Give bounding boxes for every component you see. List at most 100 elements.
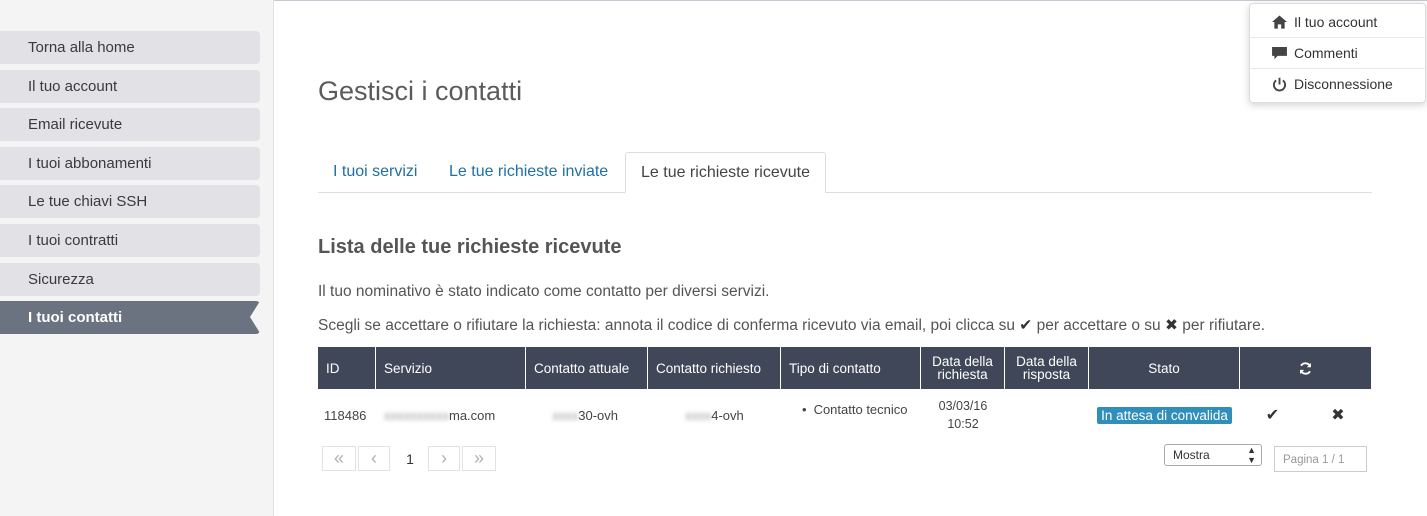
time-text: 10:52 bbox=[947, 417, 979, 431]
select-arrows-icon: ▲ ▼ bbox=[1247, 445, 1256, 465]
instruction-part: Scegli se accettare o rifiutare la richi… bbox=[318, 317, 1015, 334]
sidebar: Torna alla home Il tuo account Email ric… bbox=[0, 0, 274, 516]
column-header-contact-type[interactable]: Tipo di contatto bbox=[781, 347, 921, 389]
home-icon bbox=[1269, 15, 1289, 29]
header-label: Servizio bbox=[384, 360, 433, 376]
check-icon: ✔ bbox=[1019, 317, 1033, 334]
tab-sent-requests[interactable]: Le tue richieste inviate bbox=[434, 152, 623, 193]
cell-text: ma.com bbox=[449, 407, 496, 423]
cell-response-date bbox=[1005, 389, 1089, 441]
cell-text: 4-ovh bbox=[711, 407, 744, 423]
page-title: Gestisci i contatti bbox=[318, 76, 523, 106]
header-label: Tipo di contatto bbox=[789, 360, 881, 376]
sidebar-item-contacts[interactable]: I tuoi contatti bbox=[0, 301, 260, 335]
menu-item-label: Il tuo account bbox=[1294, 14, 1378, 30]
reject-button[interactable]: ✖ bbox=[1305, 389, 1371, 441]
tab-bar: I tuoi servizi Le tue richieste inviate … bbox=[318, 152, 1372, 193]
instruction-part: per accettare o su bbox=[1036, 317, 1161, 334]
column-header-current-contact[interactable]: Contatto attuale bbox=[526, 347, 648, 389]
redacted-text: xxxx bbox=[685, 407, 712, 423]
column-header-id[interactable]: ID bbox=[318, 347, 376, 389]
sidebar-item-emails[interactable]: Email ricevute bbox=[0, 108, 260, 142]
sidebar-item-label: I tuoi abbonamenti bbox=[28, 154, 152, 172]
column-header-status[interactable]: Stato bbox=[1089, 347, 1240, 389]
menu-item-label: Commenti bbox=[1294, 45, 1358, 61]
menu-item-label: Disconnessione bbox=[1294, 76, 1393, 92]
sidebar-item-label: Sicurezza bbox=[28, 270, 94, 288]
refresh-button[interactable] bbox=[1240, 347, 1371, 389]
select-value: Mostra bbox=[1173, 448, 1210, 462]
cell-requested-contact: xxxx 4-ovh bbox=[648, 389, 781, 441]
header-label: risposta bbox=[1022, 367, 1071, 382]
header-label: Contatto attuale bbox=[534, 360, 630, 376]
sidebar-item-label: Le tue chiavi SSH bbox=[28, 193, 148, 211]
current-page-number: 1 bbox=[406, 450, 414, 467]
column-header-response-date[interactable]: Data della risposta bbox=[1005, 347, 1089, 389]
main-content: Gestisci i contatti I tuoi servizi Le tu… bbox=[318, 0, 1372, 516]
date-text: 03/03/16 bbox=[938, 399, 988, 413]
instruction-part: per rifiutare. bbox=[1182, 317, 1265, 334]
cell-text: Contatto tecnico bbox=[813, 402, 908, 417]
comment-icon bbox=[1269, 46, 1289, 60]
menu-item-logout[interactable]: Disconnessione bbox=[1250, 69, 1427, 99]
account-dropdown: Il tuo account Commenti Disconnessione bbox=[1249, 3, 1427, 103]
bullet: • bbox=[802, 402, 807, 417]
column-header-requested-contact[interactable]: Contatto richiesto bbox=[648, 347, 781, 389]
info-text: Il tuo nominativo è stato indicato come … bbox=[318, 283, 770, 300]
cross-icon: ✖ bbox=[1164, 317, 1178, 334]
table-header: ID Servizio Contatto attuale Contatto ri… bbox=[318, 347, 1371, 389]
sidebar-item-ssh-keys[interactable]: Le tue chiavi SSH bbox=[0, 185, 260, 219]
cell-text: 30-ovh bbox=[578, 407, 618, 423]
tab-label: Le tue richieste ricevute bbox=[641, 164, 810, 181]
table-row: 118486 xxxxxxxxxx ma.com xxxx 30-ovh xxxx 4… bbox=[318, 389, 1371, 441]
column-header-request-date[interactable]: Data della richiesta bbox=[921, 347, 1005, 389]
status-badge: In attesa di convalida bbox=[1097, 406, 1232, 424]
tab-services[interactable]: I tuoi servizi bbox=[318, 152, 432, 193]
sidebar-item-subscriptions[interactable]: I tuoi abbonamenti bbox=[0, 146, 260, 180]
page-input-placeholder: Pagina 1 / 1 bbox=[1283, 454, 1345, 466]
pagination: « ‹ 1 › » bbox=[322, 446, 498, 471]
chevron-left-icon: ‹ bbox=[371, 448, 377, 468]
column-header-service[interactable]: Servizio bbox=[376, 347, 526, 389]
redacted-text: xxxxxxxxxx bbox=[384, 407, 449, 423]
sidebar-item-account[interactable]: Il tuo account bbox=[0, 69, 260, 103]
double-chevron-left-icon: « bbox=[333, 448, 344, 468]
header-label: richiesta bbox=[937, 367, 988, 382]
sidebar-item-label: Il tuo account bbox=[28, 77, 118, 95]
refresh-icon bbox=[1299, 361, 1312, 375]
sidebar-item-contracts[interactable]: I tuoi contratti bbox=[0, 223, 260, 257]
tab-label: Le tue richieste inviate bbox=[449, 163, 609, 180]
sidebar-item-label: I tuoi contatti bbox=[28, 309, 123, 327]
section-title: Lista delle tue richieste ricevute bbox=[318, 236, 622, 258]
cell-status: In attesa di convalida bbox=[1089, 389, 1240, 441]
sidebar-item-label: Email ricevute bbox=[28, 116, 123, 134]
cell-request-date: 03/03/16 10:52 bbox=[921, 389, 1005, 441]
page-input[interactable]: Pagina 1 / 1 bbox=[1274, 446, 1367, 472]
last-page-button[interactable]: » bbox=[462, 446, 496, 471]
instruction-text: Scegli se accettare o rifiutare la richi… bbox=[318, 316, 1265, 335]
sidebar-item-label: I tuoi contratti bbox=[28, 231, 119, 249]
page-size-select[interactable]: Mostra ▲ ▼ bbox=[1164, 444, 1262, 466]
power-icon bbox=[1269, 77, 1289, 92]
header-label: Contatto richiesto bbox=[656, 360, 762, 376]
cross-icon: ✖ bbox=[1331, 407, 1345, 424]
menu-item-account[interactable]: Il tuo account bbox=[1250, 7, 1427, 37]
sidebar-item-security[interactable]: Sicurezza bbox=[0, 262, 260, 296]
prev-page-button[interactable]: ‹ bbox=[358, 446, 390, 471]
chevron-right-icon: › bbox=[441, 448, 447, 468]
sidebar-nav: Torna alla home Il tuo account Email ric… bbox=[0, 31, 260, 340]
accept-button[interactable]: ✔ bbox=[1240, 389, 1305, 441]
sidebar-item-label: Torna alla home bbox=[28, 39, 135, 56]
cell-contact-type: • Contatto tecnico bbox=[802, 389, 921, 441]
next-page-button[interactable]: › bbox=[428, 446, 460, 471]
double-chevron-right-icon: » bbox=[473, 448, 484, 468]
redacted-text: xxxx bbox=[552, 407, 579, 423]
check-icon: ✔ bbox=[1265, 407, 1280, 424]
menu-item-comments[interactable]: Commenti bbox=[1250, 38, 1427, 68]
sidebar-item-home[interactable]: Torna alla home bbox=[0, 31, 260, 64]
tab-received-requests[interactable]: Le tue richieste ricevute bbox=[625, 152, 826, 193]
cell-current-contact: xxxx 30-ovh bbox=[526, 389, 648, 441]
cell-id: 118486 bbox=[324, 407, 367, 423]
tab-label: I tuoi servizi bbox=[333, 163, 418, 180]
first-page-button[interactable]: « bbox=[322, 446, 356, 471]
